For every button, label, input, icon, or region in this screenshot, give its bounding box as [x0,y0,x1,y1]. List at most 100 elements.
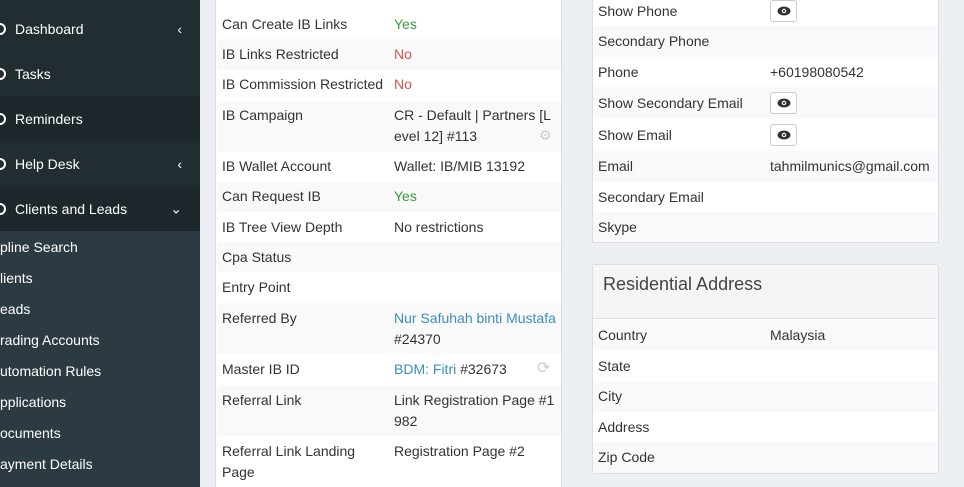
row-label: IB Campaign [222,107,303,123]
row-label: Secondary Phone [598,33,710,49]
row-label: Show Email [598,127,672,143]
wallet-account-link[interactable]: Wallet: IB/MIB 13192 [394,156,561,177]
table-row: Referral Link Link Registration Page #19… [217,385,561,436]
panel-header: Residential Address [593,265,938,319]
submenu-item-payment-details[interactable]: ayment Details [0,448,93,479]
row-label: Can Create IB Links [222,16,348,32]
table-row: Can Request IB Yes [217,182,561,212]
show-secondary-email-button[interactable] [770,92,797,114]
row-label: Referral Link Landing Page [222,443,356,480]
row-value: +60198080542 [770,64,864,80]
sidebar-item-reminders[interactable]: Reminders [0,96,200,141]
referrer-id: #24370 [394,331,441,347]
submenu-item-pipeline-search[interactable]: pline Search [0,231,78,262]
table-row: Show Email [593,119,938,151]
submenu-item-leads[interactable]: eads [0,293,30,324]
table-row: Zip Code [593,442,938,473]
circle-icon [0,22,6,35]
sidebar-item-dashboard[interactable]: Dashboard ‹ [0,6,200,51]
sidebar-item-clients-and-leads[interactable]: Clients and Leads ⌄ [0,186,200,231]
refresh-icon[interactable]: ⟳ [537,361,553,377]
row-value: Registration Page #2 [394,443,525,459]
table-row: Address [593,412,938,442]
show-email-button[interactable] [770,124,797,146]
row-label: Country [598,327,648,343]
row-value: Yes [394,16,417,32]
table-row: Show Phone [593,0,938,26]
table-row: State [593,351,938,381]
row-value: Yes [394,188,417,204]
referrer-link[interactable]: Nur Safuhah binti Mustafa [394,310,556,326]
row-value: tahmilmunics@gmail.com [770,158,930,174]
submenu-item-applications[interactable]: pplications [0,386,66,417]
eye-icon [777,130,790,140]
row-value: Link Registration Page #1982 [394,392,555,429]
row-label: Entry Point [222,279,291,295]
table-row: Email tahmilmunics@gmail.com [593,151,938,182]
table-row: Country Malaysia [593,320,938,351]
submenu-item-trading-accounts[interactable]: rading Accounts [0,324,100,355]
row-label: Email [598,158,634,174]
circle-icon [0,112,6,125]
table-row: Can Create IB Links Yes [217,8,561,39]
table-row: City [593,381,938,412]
chevron-left-icon: ‹ [177,155,182,172]
sidebar-item-label: Clients and Leads [15,200,128,217]
submenu-item-clients[interactable]: lients [0,262,33,293]
table-row: Show Secondary Email [593,87,938,119]
circle-icon [0,157,6,170]
row-label: City [598,388,623,404]
row-value: Nur Safuhah binti Mustafa #24370 [394,308,561,350]
row-label: IB Wallet Account [222,158,332,174]
row-label: Zip Code [598,449,655,465]
row-value: No restrictions [394,219,484,235]
master-ib-id: #32673 [456,361,507,377]
submenu-item-documents[interactable]: ocuments [0,417,61,448]
row-value: No [394,46,412,62]
sidebar-item-tasks[interactable]: Tasks [0,51,200,96]
contact-details-table: Show Phone Secondary Phone Phone +601980… [592,0,939,243]
sidebar: Dashboard ‹ Tasks Reminders Help Desk ‹ … [0,0,200,487]
table-row: Secondary Email [593,182,938,212]
row-value: No [394,76,412,92]
show-phone-button[interactable] [770,0,797,22]
table-row: Master IB ID BDM: Fitri #32673 ⟳ [217,354,561,385]
row-label: IB Commission Restricted [222,76,384,92]
sidebar-item-label: Dashboard [15,20,84,37]
sidebar-item-label: Help Desk [15,155,80,172]
submenu-item-automation-rules[interactable]: utomation Rules [0,355,101,386]
row-label: Address [598,419,650,435]
sidebar-item-label: Reminders [15,110,83,127]
row-label: IB Tree View Depth [222,219,343,235]
row-value: Malaysia [770,327,826,343]
master-ib-link[interactable]: BDM: Fitri [394,361,456,377]
residential-address-panel: Residential Address Country Malaysia Sta… [592,264,939,474]
table-row: Referred By Nur Safuhah binti Mustafa #2… [217,303,561,354]
eye-icon [777,98,790,108]
gear-icon[interactable]: ⚙ [539,128,553,142]
row-label: State [598,358,631,374]
eye-icon [777,6,790,16]
table-row: Skype [593,212,938,242]
row-label: Cpa Status [222,249,292,265]
circle-icon [0,67,6,80]
table-row: IB Tree View Depth No restrictions [217,212,561,242]
row-label: Can Request IB [222,188,321,204]
row-label: Skype [598,219,637,235]
row-label: Show Secondary Email [598,95,743,111]
sidebar-item-help-desk[interactable]: Help Desk ‹ [0,141,200,186]
panel-title: Residential Address [603,274,763,294]
table-row: Referral Link Landing Page Registration … [217,436,561,487]
row-label: IB Links Restricted [222,46,339,62]
clients-submenu: pline Search lients eads rading Accounts… [0,231,200,487]
row-label: Master IB ID [222,361,300,377]
table-row: Phone +60198080542 [593,57,938,87]
row-label: Show Phone [598,3,678,19]
table-row: Cpa Status [217,242,561,272]
table-row: IB Wallet Account Wallet: IB/MIB 13192 [217,152,561,182]
row-label: Phone [598,64,639,80]
chevron-down-icon: ⌄ [170,200,182,216]
row-label: Referral Link [222,392,302,408]
table-row: IB Commission Restricted No [217,70,561,101]
row-value: CR - Default | Partners [Level 12] #113 [394,107,551,144]
